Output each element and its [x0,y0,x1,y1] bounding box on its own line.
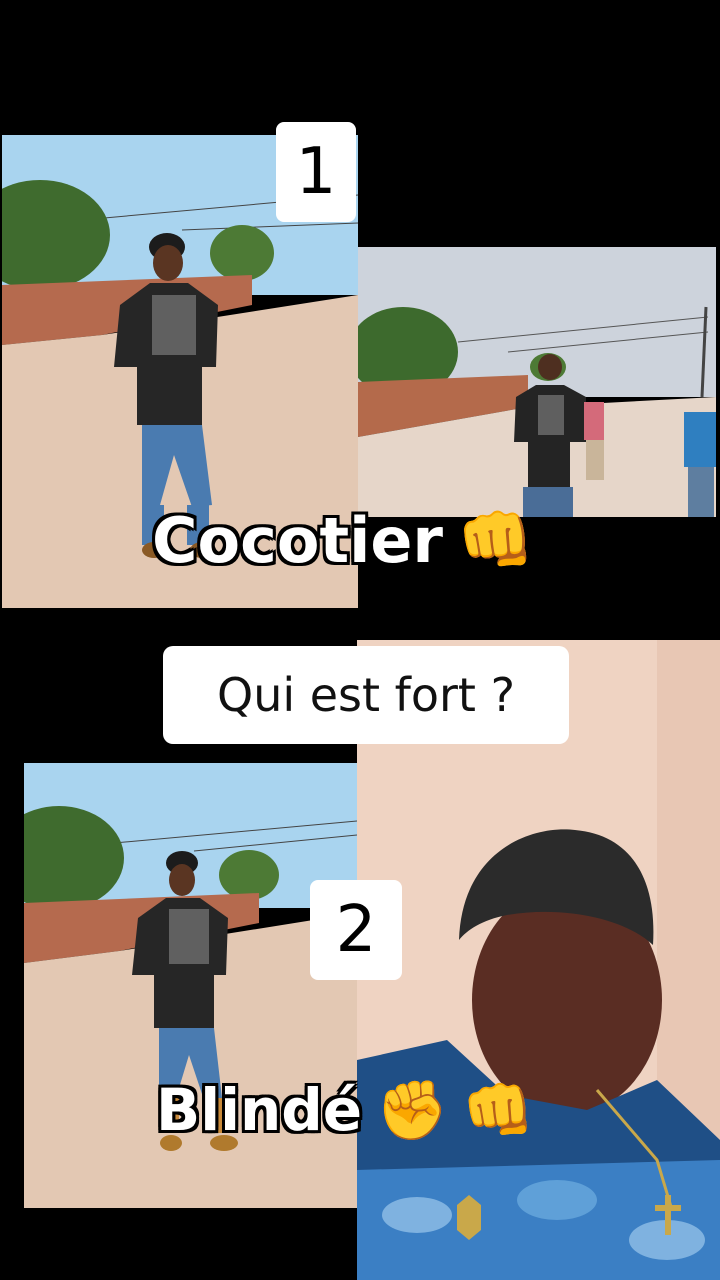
caption-blinde: Blindé ✊ 👊 [156,1065,535,1155]
fist-bump-icon: 👊 [456,503,535,576]
caption-cocotier: Cocotier 👊 [152,500,534,580]
raised-fist-icon: ✊ [376,1075,449,1144]
number-badge-1: 1 [276,122,356,222]
fist-bump-icon: 👊 [462,1075,535,1144]
number-badge-2: 2 [310,880,402,980]
question-label: Qui est fort ? [163,646,569,744]
caption-blinde-text: Blindé [156,1076,363,1144]
caption-cocotier-text: Cocotier [152,503,443,577]
photo-street-right-top [358,247,716,517]
